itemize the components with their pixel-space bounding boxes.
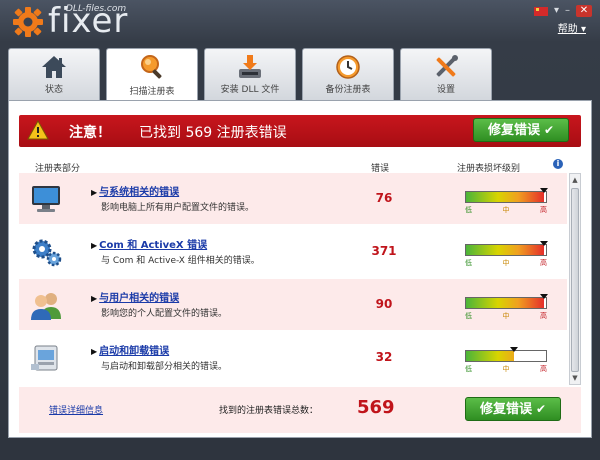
- error-count: 32: [375, 350, 393, 364]
- category-description: 与启动和卸载部分相关的错误。: [101, 362, 228, 372]
- error-count: 76: [375, 191, 393, 205]
- category-link[interactable]: 与系统相关的错误: [91, 183, 179, 198]
- error-category-list: 与系统相关的错误 影响电脑上所有用户配置文件的错误。 76 低 中 高: [19, 173, 567, 385]
- meter-scale: 低 中 高: [465, 205, 547, 215]
- tools-icon: [436, 55, 458, 77]
- app-window: fixer DLL-files.com ▾ – ✕ 帮助 ▾ 状态 扫描注册表: [0, 0, 600, 460]
- meter-label-high: 高: [540, 259, 547, 267]
- list-item: 与系统相关的错误 影响电脑上所有用户配置文件的错误。 76 低 中 高: [19, 173, 567, 225]
- tab-status[interactable]: 状态: [8, 48, 100, 100]
- category-link[interactable]: Com 和 ActiveX 错误: [91, 236, 207, 251]
- scroll-up-icon[interactable]: ▲: [570, 174, 580, 186]
- magnifier-icon: [141, 55, 162, 79]
- tab-label: 安装 DLL 文件: [220, 85, 280, 95]
- scan-results-panel: 注意！ 已找到 569 注册表错误 修复错误 ✔ 注册表部分 错误 注册表损坏级别…: [8, 100, 592, 438]
- category-description: 与 Com 和 Active-X 组件相关的错误。: [101, 256, 260, 266]
- alert-message: 已找到 569 注册表错误: [139, 125, 287, 141]
- meter-label-low: 低: [465, 365, 472, 373]
- checkmark-icon: ✔: [543, 123, 555, 137]
- monitor-icon: [32, 186, 60, 212]
- category-link[interactable]: 启动和卸载错误: [91, 342, 169, 357]
- fix-button-label: 修复错误: [487, 123, 540, 138]
- meter-label-mid: 中: [502, 312, 510, 320]
- scroll-thumb[interactable]: [571, 188, 579, 372]
- help-menu[interactable]: 帮助 ▾: [558, 20, 586, 35]
- meter-marker-icon: [510, 347, 518, 352]
- installer-icon: [31, 345, 58, 371]
- error-count: 90: [375, 297, 393, 311]
- meter-label-high: 高: [540, 365, 547, 373]
- gears-icon: [32, 239, 62, 267]
- category-description: 影响电脑上所有用户配置文件的错误。: [101, 203, 255, 213]
- brand-subtitle: DLL-files.com: [66, 4, 127, 14]
- alert-title: 注意！: [69, 125, 111, 141]
- meter-label-mid: 中: [502, 259, 510, 267]
- close-button[interactable]: ✕: [576, 5, 592, 17]
- error-details-link[interactable]: 错误详细信息: [49, 403, 103, 416]
- list-item: Com 和 ActiveX 错误 与 Com 和 Active-X 组件相关的错…: [19, 226, 567, 278]
- download-icon: [239, 55, 261, 78]
- damage-meter: [465, 241, 549, 256]
- alert-banner: 注意！ 已找到 569 注册表错误 修复错误 ✔: [19, 115, 581, 147]
- clock-icon: [336, 55, 360, 79]
- meter-scale: 低 中 高: [465, 258, 547, 268]
- damage-meter: [465, 347, 547, 362]
- meter-marker-icon: [540, 294, 549, 299]
- info-icon[interactable]: i: [553, 159, 563, 169]
- meter-marker-icon: [540, 188, 549, 193]
- tab-scan-registry[interactable]: 扫描注册表: [106, 48, 198, 102]
- window-controls: ▾ – ✕: [533, 5, 592, 17]
- meter-fill: [466, 351, 514, 361]
- tab-label: 扫描注册表: [129, 87, 175, 97]
- meter-scale: 低 中 高: [465, 364, 547, 374]
- tab-label: 状态: [44, 85, 63, 95]
- tab-backup-registry[interactable]: 备份注册表: [302, 48, 394, 100]
- meter-label-high: 高: [540, 206, 547, 214]
- category-description: 影响您的个人配置文件的错误。: [101, 309, 228, 319]
- meter-label-low: 低: [465, 206, 472, 214]
- tab-bar: 状态 扫描注册表 安装 DLL 文件 备份注册表 设置: [8, 48, 492, 102]
- minimize-button[interactable]: –: [565, 6, 570, 16]
- meter-scale: 低 中 高: [465, 311, 547, 321]
- tab-label: 备份注册表: [325, 85, 371, 95]
- total-errors-label: 找到的注册表错误总数：: [219, 406, 319, 416]
- fix-button-label: 修复错误: [479, 402, 532, 417]
- error-count: 371: [371, 244, 397, 258]
- meter-fill: [466, 192, 545, 202]
- meter-label-high: 高: [540, 312, 547, 320]
- checkmark-icon: ✔: [535, 402, 547, 416]
- users-icon: [31, 293, 61, 320]
- category-link[interactable]: 与用户相关的错误: [91, 289, 179, 304]
- gear-logo-icon: [13, 7, 43, 37]
- meter-fill: [466, 298, 545, 308]
- warning-icon: [27, 120, 49, 140]
- meter-label-low: 低: [465, 312, 472, 320]
- flag-dropdown-icon[interactable]: ▾: [554, 6, 559, 16]
- meter-label-mid: 中: [502, 206, 510, 214]
- damage-meter: [465, 188, 549, 203]
- meter-fill: [466, 245, 545, 255]
- title-bar: fixer DLL-files.com ▾ – ✕ 帮助 ▾: [0, 0, 600, 44]
- meter-label-low: 低: [465, 259, 472, 267]
- list-item: 启动和卸载错误 与启动和卸载部分相关的错误。 32 低 中 高: [19, 332, 567, 384]
- language-flag-icon[interactable]: [533, 6, 548, 16]
- fix-errors-button-bottom[interactable]: 修复错误 ✔: [465, 397, 561, 421]
- damage-meter: [465, 294, 549, 309]
- list-scrollbar[interactable]: ▲ ▼: [569, 173, 581, 385]
- total-errors-value: 569: [357, 397, 395, 418]
- tab-install-dll[interactable]: 安装 DLL 文件: [204, 48, 296, 100]
- meter-marker-icon: [540, 241, 549, 246]
- summary-footer: 错误详细信息 找到的注册表错误总数： 569 修复错误 ✔: [19, 387, 581, 433]
- fix-errors-button[interactable]: 修复错误 ✔: [473, 118, 569, 142]
- list-item: 与用户相关的错误 影响您的个人配置文件的错误。 90 低 中 高: [19, 279, 567, 331]
- scroll-down-icon[interactable]: ▼: [570, 372, 580, 384]
- meter-label-mid: 中: [502, 365, 510, 373]
- home-icon: [42, 56, 66, 78]
- tab-settings[interactable]: 设置: [400, 48, 492, 100]
- tab-label: 设置: [436, 85, 455, 95]
